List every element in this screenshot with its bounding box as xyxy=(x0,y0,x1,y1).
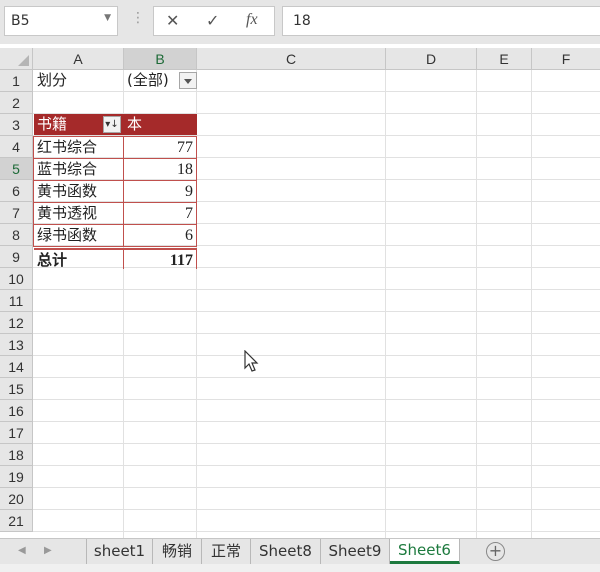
pivot-row-value[interactable]: 9 xyxy=(123,180,197,203)
column-header-a[interactable]: A xyxy=(33,48,124,70)
column-header-f[interactable]: F xyxy=(532,48,600,70)
pivot-row-label[interactable]: 绿书函数 xyxy=(33,224,124,247)
prev-sheet-icon[interactable]: ◀ xyxy=(18,545,26,556)
tab-sheet1[interactable]: sheet1 xyxy=(87,539,153,564)
tab-sheet9[interactable]: Sheet9 xyxy=(321,539,390,564)
row-header-19[interactable]: 19 xyxy=(0,466,33,488)
row-header-1[interactable]: 1 xyxy=(0,70,33,92)
pivot-total-value[interactable]: 117 xyxy=(123,248,197,269)
row-header-10[interactable]: 10 xyxy=(0,268,33,290)
sort-filter-icon[interactable]: ▾↓ xyxy=(103,116,121,133)
next-sheet-icon[interactable]: ▶ xyxy=(44,545,52,556)
select-all-corner[interactable] xyxy=(0,48,33,70)
cell-b1-filter-value[interactable]: (全部) xyxy=(124,70,179,91)
row-header-14[interactable]: 14 xyxy=(0,356,33,378)
name-box-dropdown-icon[interactable]: ▼ xyxy=(104,13,111,23)
pivot-row-label[interactable]: 黄书函数 xyxy=(33,180,124,203)
enter-icon[interactable]: ✓ xyxy=(206,11,219,30)
row-header-2[interactable]: 2 xyxy=(0,92,33,114)
row-header-13[interactable]: 13 xyxy=(0,334,33,356)
add-sheet-icon[interactable]: + xyxy=(486,542,505,561)
row-header-12[interactable]: 12 xyxy=(0,312,33,334)
cancel-icon[interactable]: ✕ xyxy=(166,11,179,30)
row-header-5[interactable]: 5 xyxy=(0,158,33,180)
sheet-tab-bar: ◀ ▶ sheet1 畅销 正常 Sheet8 Sheet9 Sheet6 + xyxy=(0,538,600,564)
formula-value: 18 xyxy=(293,13,311,29)
tab-zhengchang[interactable]: 正常 xyxy=(202,539,251,564)
pivot-total-label[interactable]: 总计 xyxy=(34,248,123,269)
row-header-4[interactable]: 4 xyxy=(0,136,33,158)
formula-input[interactable]: 18 xyxy=(282,6,600,36)
row-header-8[interactable]: 8 xyxy=(0,224,33,246)
insert-function-icon[interactable]: fx xyxy=(246,11,258,29)
row-header-18[interactable]: 18 xyxy=(0,444,33,466)
row-header-3[interactable]: 3 xyxy=(0,114,33,136)
pivot-row-value[interactable]: 77 xyxy=(123,136,197,159)
row-header-7[interactable]: 7 xyxy=(0,202,33,224)
formula-bar-grip-icon: ⋮ xyxy=(131,10,145,26)
formula-bar: B5 ▼ ⋮ ✕ ✓ fx 18 xyxy=(0,0,600,44)
column-header-c[interactable]: C xyxy=(197,48,386,70)
mouse-pointer-icon xyxy=(244,350,259,372)
formula-actions: ✕ ✓ fx xyxy=(153,6,275,36)
column-header-e[interactable]: E xyxy=(477,48,532,70)
pivot-row-value[interactable]: 7 xyxy=(123,202,197,225)
pivot-row-label[interactable]: 蓝书综合 xyxy=(33,158,124,181)
tab-sheet6[interactable]: Sheet6 xyxy=(390,539,460,564)
cell-a1-filter-label[interactable]: 划分 xyxy=(34,70,123,91)
status-bar xyxy=(0,564,600,572)
row-header-20[interactable]: 20 xyxy=(0,488,33,510)
column-header-b[interactable]: B xyxy=(124,48,197,70)
tab-changxiao[interactable]: 畅销 xyxy=(153,539,202,564)
row-header-15[interactable]: 15 xyxy=(0,378,33,400)
row-header-21[interactable]: 21 xyxy=(0,510,33,532)
row-header-17[interactable]: 17 xyxy=(0,422,33,444)
pivot-row-label[interactable]: 黄书透视 xyxy=(33,202,124,225)
worksheet-grid[interactable]: A B C D E F 1 2 3 4 5 6 7 8 9 10 11 12 1… xyxy=(0,48,600,538)
pivot-header-count[interactable]: 本 xyxy=(124,114,197,135)
pivot-row-value[interactable]: 6 xyxy=(123,224,197,247)
row-header-11[interactable]: 11 xyxy=(0,290,33,312)
pivot-row-label[interactable]: 红书综合 xyxy=(33,136,124,159)
row-header-16[interactable]: 16 xyxy=(0,400,33,422)
row-header-6[interactable]: 6 xyxy=(0,180,33,202)
name-box-value: B5 xyxy=(11,13,30,29)
column-header-d[interactable]: D xyxy=(386,48,477,70)
name-box[interactable]: B5 ▼ xyxy=(4,6,118,36)
tab-sheet8[interactable]: Sheet8 xyxy=(251,539,321,564)
filter-dropdown-icon[interactable] xyxy=(179,72,197,89)
row-header-9[interactable]: 9 xyxy=(0,246,33,268)
pivot-row-value[interactable]: 18 xyxy=(123,158,197,181)
